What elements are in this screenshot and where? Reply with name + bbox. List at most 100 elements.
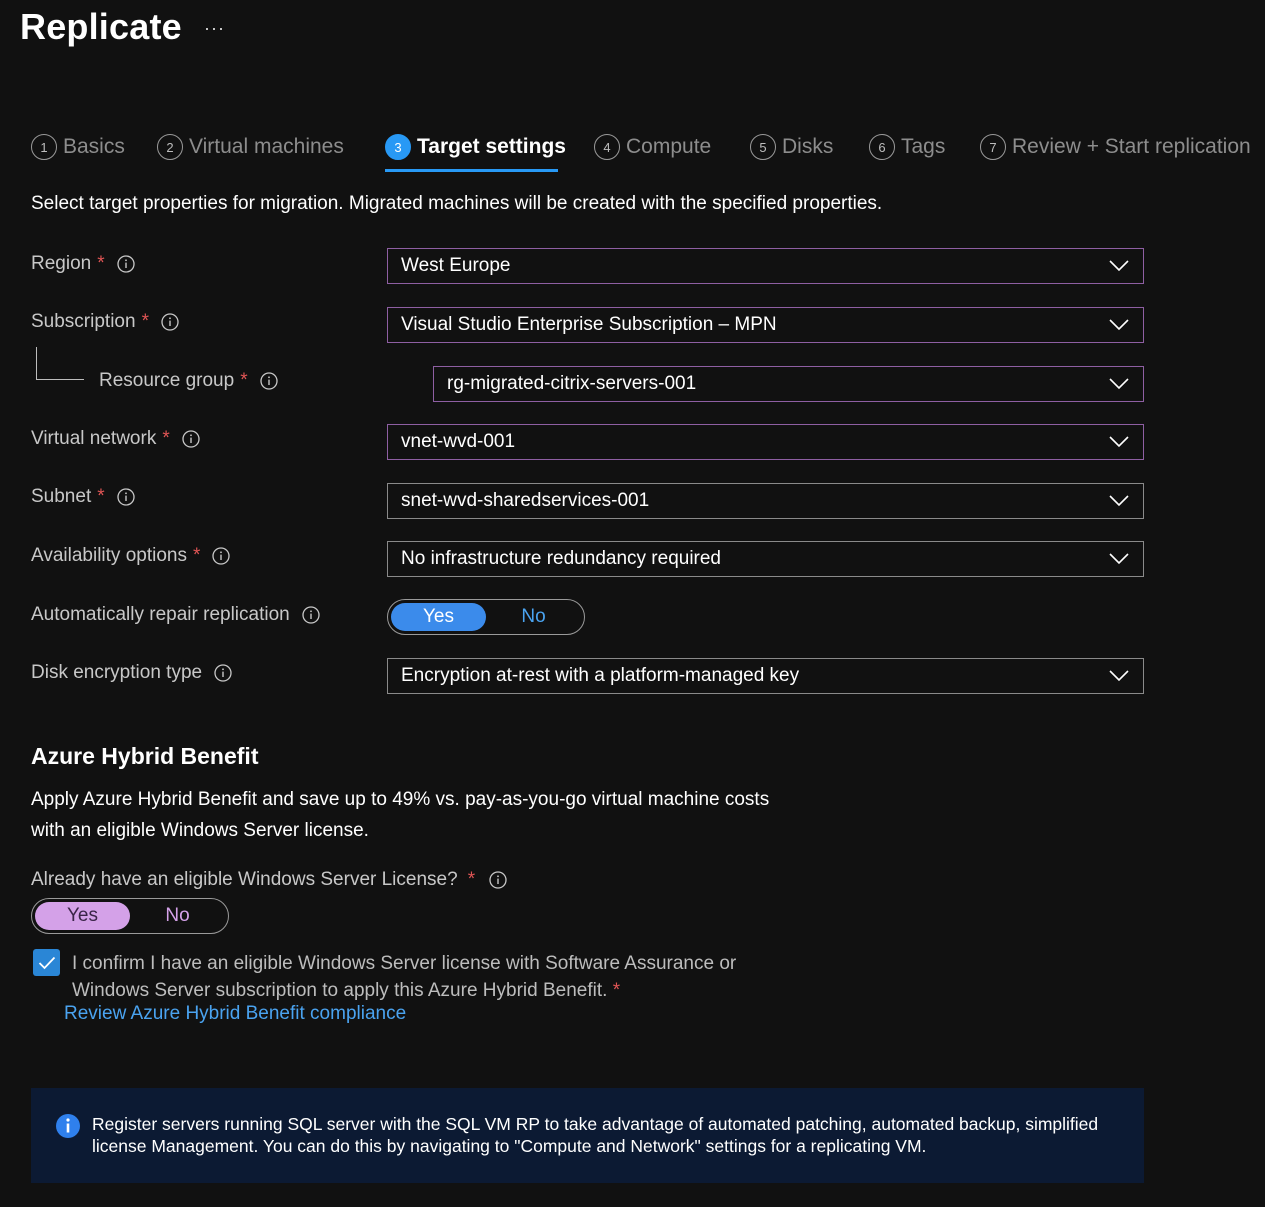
required-marker: * xyxy=(192,545,201,566)
virtual-network-label: Virtual network * xyxy=(31,428,200,450)
dropdown-value: snet-wvd-sharedservices-001 xyxy=(401,490,650,511)
step-number: 7 xyxy=(980,134,1006,160)
info-icon xyxy=(56,1114,80,1138)
license-question-label: Already have an eligible Windows Server … xyxy=(31,869,507,891)
auto-repair-toggle[interactable]: Yes No xyxy=(387,599,585,635)
confirm-license-text: I confirm I have an eligible Windows Ser… xyxy=(72,950,792,1004)
banner-text: Register servers running SQL server with… xyxy=(92,1113,1098,1157)
tab-tags[interactable]: 6 Tags xyxy=(869,130,945,164)
description-line: with an eligible Windows Server license. xyxy=(31,820,369,841)
tab-virtual-machines[interactable]: 2 Virtual machines xyxy=(157,130,344,164)
tree-connector xyxy=(36,379,84,380)
info-icon[interactable] xyxy=(214,664,232,682)
subnet-dropdown[interactable]: snet-wvd-sharedservices-001 xyxy=(387,483,1144,519)
subscription-dropdown[interactable]: Visual Studio Enterprise Subscription – … xyxy=(387,307,1144,343)
info-icon[interactable] xyxy=(182,430,200,448)
toggle-no-option[interactable]: No xyxy=(130,902,225,930)
region-dropdown[interactable]: West Europe xyxy=(387,248,1144,284)
dropdown-value: West Europe xyxy=(401,255,511,276)
resource-group-label: Resource group * xyxy=(99,370,278,392)
step-number: 4 xyxy=(594,134,620,160)
toggle-yes-option[interactable]: Yes xyxy=(391,603,486,631)
label-text: Region xyxy=(31,253,92,274)
info-icon[interactable] xyxy=(161,313,179,331)
auto-repair-label: Automatically repair replication xyxy=(31,604,320,626)
label-text: Automatically repair replication xyxy=(31,604,290,625)
availability-options-dropdown[interactable]: No infrastructure redundancy required xyxy=(387,541,1144,577)
info-icon[interactable] xyxy=(116,255,135,273)
more-options-button[interactable]: ··· xyxy=(204,18,225,39)
chevron-down-icon xyxy=(1109,553,1129,565)
required-marker: * xyxy=(97,253,105,274)
tab-label: Tags xyxy=(901,135,946,158)
description-line: Apply Azure Hybrid Benefit and save up t… xyxy=(31,789,770,810)
confirm-license-checkbox[interactable] xyxy=(33,949,60,976)
checkmark-icon xyxy=(38,956,55,969)
step-number: 2 xyxy=(157,134,183,160)
compliance-link[interactable]: Review Azure Hybrid Benefit compliance xyxy=(64,1003,406,1025)
dropdown-value: rg-migrated-citrix-servers-001 xyxy=(447,373,697,394)
required-marker: * xyxy=(141,311,149,332)
required-marker: * xyxy=(467,869,476,890)
resource-group-dropdown[interactable]: rg-migrated-citrix-servers-001 xyxy=(433,366,1144,402)
tab-label: Basics xyxy=(63,135,125,158)
chevron-down-icon xyxy=(1109,319,1129,331)
info-icon[interactable] xyxy=(302,606,320,624)
intro-text: Select target properties for migration. … xyxy=(31,193,883,214)
dropdown-value: Visual Studio Enterprise Subscription – … xyxy=(401,314,777,335)
region-label: Region * xyxy=(31,253,135,275)
info-icon[interactable] xyxy=(259,372,278,390)
tab-disks[interactable]: 5 Disks xyxy=(750,130,833,164)
label-text: Already have an eligible Windows Server … xyxy=(31,869,458,890)
chevron-down-icon xyxy=(1109,436,1129,448)
disk-encryption-label: Disk encryption type xyxy=(31,662,232,684)
virtual-network-dropdown[interactable]: vnet-wvd-001 xyxy=(387,424,1144,460)
disk-encryption-dropdown[interactable]: Encryption at-rest with a platform-manag… xyxy=(387,658,1144,694)
step-number: 5 xyxy=(750,134,776,160)
subscription-label: Subscription * xyxy=(31,311,179,333)
license-toggle[interactable]: Yes No xyxy=(31,898,229,934)
tab-target-settings[interactable]: 3 Target settings xyxy=(385,130,566,164)
section-heading: Azure Hybrid Benefit xyxy=(31,743,259,769)
required-marker: * xyxy=(612,980,621,1001)
tab-label: Target settings xyxy=(417,135,566,158)
tab-label: Compute xyxy=(626,135,712,158)
label-text: Subscription xyxy=(31,311,136,332)
info-icon[interactable] xyxy=(489,871,507,889)
step-number: 1 xyxy=(31,134,57,160)
banner-line: license Management. You can do this by n… xyxy=(92,1136,927,1156)
tab-compute[interactable]: 4 Compute xyxy=(594,130,711,164)
availability-options-label: Availability options * xyxy=(31,545,231,567)
tab-basics[interactable]: 1 Basics xyxy=(31,130,125,164)
label-text: Availability options xyxy=(31,545,187,566)
info-icon[interactable] xyxy=(212,547,231,565)
label-text: Resource group xyxy=(99,370,235,391)
chevron-down-icon xyxy=(1109,260,1129,272)
chevron-down-icon xyxy=(1109,495,1129,507)
hybrid-description: Apply Azure Hybrid Benefit and save up t… xyxy=(31,784,831,846)
tab-label: Disks xyxy=(782,135,834,158)
tab-review-start-replication[interactable]: 7 Review + Start replication xyxy=(980,130,1251,164)
chevron-down-icon xyxy=(1109,378,1129,390)
active-tab-indicator xyxy=(385,169,558,172)
subnet-label: Subnet * xyxy=(31,486,135,508)
step-number: 6 xyxy=(869,134,895,160)
page-title: Replicate xyxy=(20,6,182,47)
dropdown-value: No infrastructure redundancy required xyxy=(401,548,722,569)
dropdown-value: Encryption at-rest with a platform-manag… xyxy=(401,665,800,686)
info-icon[interactable] xyxy=(116,488,135,506)
label-text: Virtual network xyxy=(31,428,157,449)
label-text: Subnet xyxy=(31,486,92,507)
tab-label: Review + Start replication xyxy=(1012,135,1251,158)
confirm-line: Windows Server subscription to apply thi… xyxy=(72,977,792,1004)
banner-line: Register servers running SQL server with… xyxy=(92,1114,1099,1134)
toggle-no-option[interactable]: No xyxy=(486,603,581,631)
tab-label: Virtual machines xyxy=(189,135,344,158)
confirm-line: I confirm I have an eligible Windows Ser… xyxy=(72,953,737,974)
label-text: Disk encryption type xyxy=(31,662,203,683)
required-marker: * xyxy=(97,486,105,507)
toggle-yes-option[interactable]: Yes xyxy=(35,902,130,930)
confirm-line-text: Windows Server subscription to apply thi… xyxy=(72,980,608,1001)
required-marker: * xyxy=(240,370,248,391)
dropdown-value: vnet-wvd-001 xyxy=(401,431,516,452)
